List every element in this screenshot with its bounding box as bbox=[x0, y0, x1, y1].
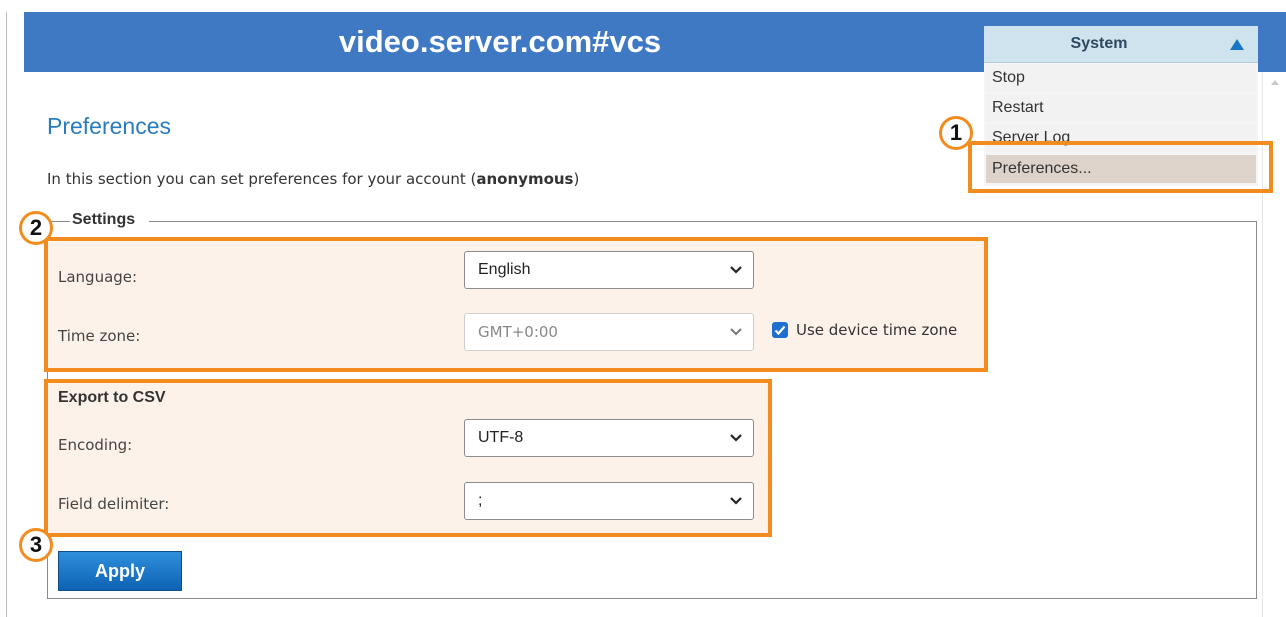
server-title: video.server.com#vcs bbox=[338, 24, 662, 59]
timezone-label: Time zone: bbox=[58, 327, 141, 345]
intro-prefix: In this section you can set preferences … bbox=[47, 170, 477, 188]
field-delimiter-value: ; bbox=[478, 492, 483, 509]
callout-badge-1: 1 bbox=[939, 116, 973, 150]
settings-legend: Settings bbox=[70, 211, 150, 229]
timezone-select[interactable]: GMT+0:00 bbox=[464, 313, 754, 351]
encoding-value: UTF-8 bbox=[478, 429, 524, 446]
chevron-down-icon bbox=[730, 497, 742, 505]
caret-up-icon bbox=[1230, 39, 1244, 50]
field-delimiter-select[interactable]: ; bbox=[464, 482, 754, 520]
timezone-value: GMT+0:00 bbox=[478, 323, 558, 341]
menu-item-stop[interactable]: Stop bbox=[986, 64, 1256, 92]
callout-badge-3: 3 bbox=[19, 528, 53, 562]
checkmark-icon bbox=[774, 325, 786, 336]
chevron-down-icon bbox=[730, 434, 742, 442]
system-menu-toggle[interactable]: System bbox=[984, 26, 1258, 63]
callout-preferences-box bbox=[968, 141, 1273, 193]
page-title: Preferences bbox=[47, 113, 172, 139]
account-name: anonymous bbox=[476, 170, 574, 188]
intro-suffix: ) bbox=[573, 170, 580, 188]
system-menu-label: System bbox=[1070, 35, 1128, 52]
use-device-timezone-checkbox[interactable] bbox=[772, 322, 788, 338]
export-csv-heading: Export to CSV bbox=[58, 389, 166, 406]
encoding-label: Encoding: bbox=[58, 436, 133, 454]
apply-button[interactable]: Apply bbox=[58, 551, 182, 591]
menu-item-restart[interactable]: Restart bbox=[986, 94, 1256, 122]
language-label: Language: bbox=[58, 268, 138, 286]
language-value: English bbox=[478, 261, 531, 278]
left-border bbox=[6, 12, 7, 617]
use-device-timezone-label[interactable]: Use device time zone bbox=[796, 321, 957, 339]
encoding-select[interactable]: UTF-8 bbox=[464, 419, 754, 457]
chevron-down-icon bbox=[730, 328, 742, 336]
chevron-down-icon bbox=[730, 266, 742, 274]
intro-text: In this section you can set preferences … bbox=[47, 170, 579, 188]
scroll-up-arrow-icon[interactable] bbox=[1271, 80, 1279, 85]
language-select[interactable]: English bbox=[464, 251, 754, 289]
field-delimiter-label: Field delimiter: bbox=[58, 495, 170, 513]
callout-badge-2: 2 bbox=[19, 211, 53, 245]
top-strip bbox=[0, 0, 1286, 12]
